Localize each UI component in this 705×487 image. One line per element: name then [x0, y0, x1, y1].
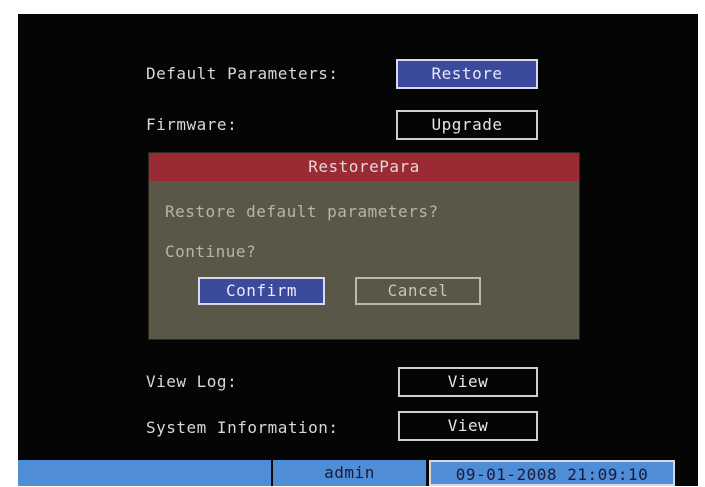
default-parameters-label: Default Parameters:: [146, 64, 339, 83]
confirm-button[interactable]: Confirm: [198, 277, 325, 305]
status-user: admin: [273, 460, 427, 486]
restore-para-dialog: RestorePara Restore default parameters? …: [148, 152, 580, 340]
dialog-question: Continue?: [165, 242, 257, 261]
dialog-title: RestorePara: [149, 153, 579, 181]
status-datetime: 09-01-2008 21:09:10: [429, 460, 675, 486]
cancel-button[interactable]: Cancel: [355, 277, 481, 305]
status-bar-left-segment: [18, 460, 272, 486]
view-log-label: View Log:: [146, 372, 238, 391]
upgrade-button[interactable]: Upgrade: [396, 110, 538, 140]
dvr-menu-screen: Default Parameters: Restore Firmware: Up…: [18, 14, 698, 486]
dialog-message: Restore default parameters?: [165, 202, 439, 221]
view-log-button[interactable]: View: [398, 367, 538, 397]
firmware-label: Firmware:: [146, 115, 238, 134]
restore-button[interactable]: Restore: [396, 59, 538, 89]
system-info-view-button[interactable]: View: [398, 411, 538, 441]
status-bar: admin 09-01-2008 21:09:10: [18, 460, 698, 486]
system-information-label: System Information:: [146, 418, 339, 437]
